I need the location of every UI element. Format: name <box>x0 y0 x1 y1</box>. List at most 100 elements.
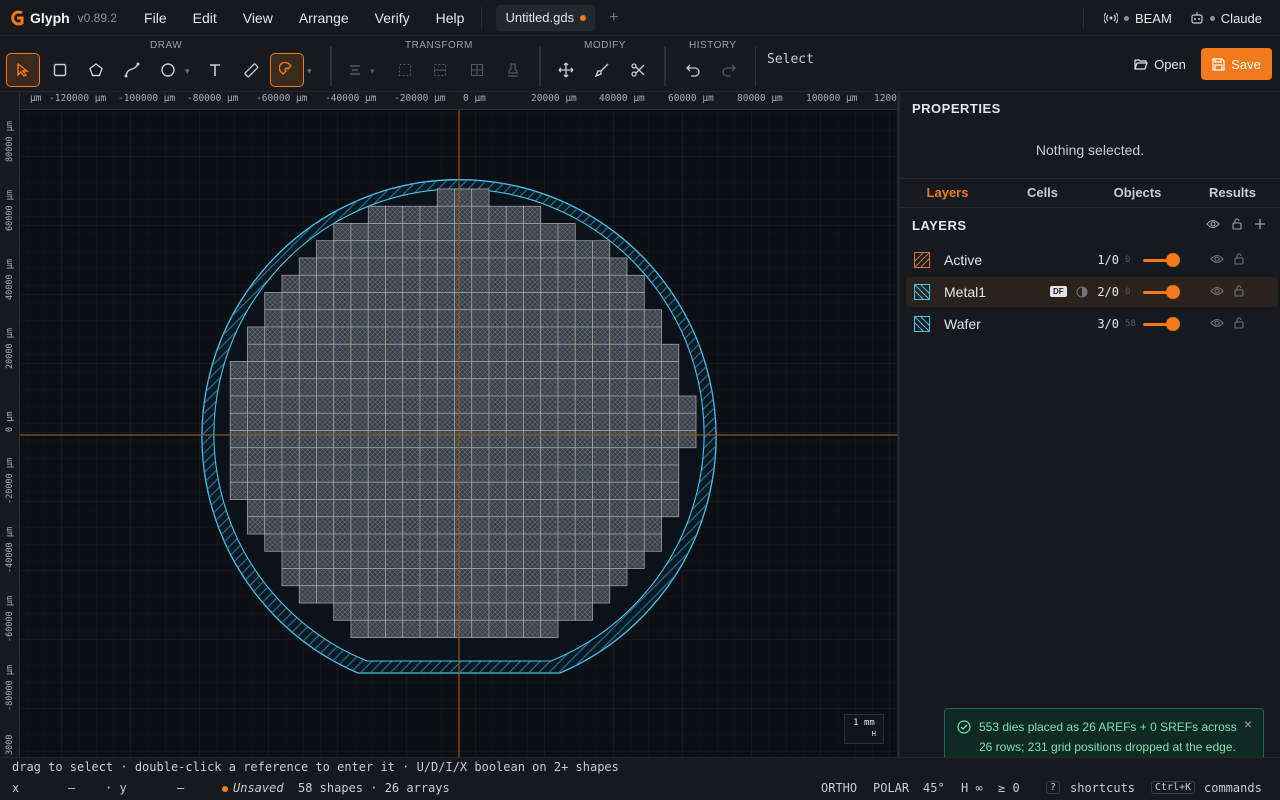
chevron-down-icon[interactable]: ▾ <box>307 66 312 77</box>
menu-file[interactable]: File <box>131 0 180 36</box>
menu-arrange[interactable]: Arrange <box>286 0 362 36</box>
opacity-slider-knob[interactable] <box>1166 317 1180 331</box>
die-hatch <box>386 500 402 516</box>
circle-tool-button[interactable] <box>151 53 185 87</box>
close-icon[interactable]: × <box>1244 716 1252 732</box>
layer-row-wafer[interactable]: Wafer 3/0 58 <box>906 309 1278 339</box>
unlock-icon[interactable] <box>1232 253 1246 265</box>
layer-count: 1/0 <box>1097 253 1119 267</box>
eye-icon[interactable] <box>1210 253 1224 265</box>
polygon-tool-button[interactable] <box>79 53 113 87</box>
die-hatch <box>403 224 419 240</box>
die-hatch <box>541 276 557 292</box>
ruler-label: 0 μm <box>463 93 486 104</box>
unlock-icon[interactable] <box>1230 218 1244 230</box>
array-button[interactable] <box>460 53 494 87</box>
die-hatch <box>265 431 281 447</box>
canvas-drawing[interactable] <box>0 92 897 757</box>
opacity-slider-knob[interactable] <box>1166 285 1180 299</box>
stamp-button[interactable] <box>496 53 530 87</box>
die-hatch <box>576 483 592 499</box>
text-tool-button[interactable] <box>198 53 232 87</box>
menu-verify[interactable]: Verify <box>362 0 423 36</box>
new-tab-button[interactable]: + <box>609 9 618 27</box>
rectangle-tool-button[interactable] <box>43 53 77 87</box>
unlock-icon[interactable] <box>1232 285 1246 297</box>
path-tool-button[interactable] <box>115 53 149 87</box>
die-hatch <box>472 483 488 499</box>
snap-tool-button[interactable] <box>270 53 304 87</box>
ruler-label: -100000 μm <box>118 93 176 104</box>
tab-results[interactable]: Results <box>1185 179 1280 207</box>
document-tab[interactable]: Untitled.gds <box>496 4 596 31</box>
ruler-icon <box>244 63 259 78</box>
angle-value[interactable]: 45° <box>923 781 945 795</box>
die-hatch <box>438 466 454 482</box>
beam-status[interactable]: BEAM <box>1103 11 1172 26</box>
die-hatch <box>507 397 523 413</box>
open-button[interactable]: Open <box>1126 48 1194 80</box>
eye-icon[interactable] <box>1210 285 1224 297</box>
die-hatch <box>524 535 540 551</box>
die-hatch <box>352 586 368 602</box>
die-hatch <box>541 569 557 585</box>
align-button[interactable] <box>338 53 372 87</box>
die-hatch <box>541 552 557 568</box>
die-hatch <box>593 293 609 309</box>
redo-button[interactable] <box>712 53 746 87</box>
h-value[interactable]: H ∞ <box>961 781 983 795</box>
die-hatch <box>472 259 488 275</box>
polar-toggle[interactable]: POLAR <box>873 781 909 795</box>
die-hatch <box>490 379 506 395</box>
die-hatch <box>472 276 488 292</box>
die-hatch <box>576 241 592 257</box>
tab-objects[interactable]: Objects <box>1090 179 1185 207</box>
layer-row-active[interactable]: Active 1/0 0 <box>906 245 1278 275</box>
layout-canvas[interactable]: μm -120000 μm -100000 μm -80000 μm -6000… <box>0 92 897 757</box>
die-hatch <box>541 500 557 516</box>
die-hatch <box>438 414 454 430</box>
tab-layers[interactable]: Layers <box>900 179 995 207</box>
group-button[interactable] <box>388 53 422 87</box>
ruler-label: -80000 μm <box>187 93 239 104</box>
hint-bar: drag to select · double-click a referenc… <box>0 757 1280 777</box>
save-button[interactable]: Save <box>1201 48 1272 80</box>
document-tab-title: Untitled.gds <box>505 10 575 25</box>
ungroup-button[interactable] <box>423 53 457 87</box>
die-hatch <box>283 414 299 430</box>
commands-link[interactable]: commands <box>1204 781 1262 795</box>
claude-status[interactable]: Claude <box>1190 11 1262 26</box>
die-hatch <box>403 310 419 326</box>
die-hatch <box>628 500 644 516</box>
die-hatch <box>455 362 471 378</box>
paint-button[interactable] <box>585 53 619 87</box>
die-hatch <box>386 276 402 292</box>
menu-help[interactable]: Help <box>423 0 478 36</box>
die-hatch <box>386 310 402 326</box>
die-hatch <box>403 586 419 602</box>
die-hatch <box>507 604 523 620</box>
unlock-icon[interactable] <box>1232 317 1246 329</box>
chevron-down-icon[interactable]: ▾ <box>370 66 375 77</box>
tab-cells[interactable]: Cells <box>995 179 1090 207</box>
shortcuts-link[interactable]: shortcuts <box>1070 781 1135 795</box>
menu-view[interactable]: View <box>230 0 286 36</box>
select-tool-button[interactable] <box>6 53 40 87</box>
opacity-slider-knob[interactable] <box>1166 253 1180 267</box>
die-hatch <box>300 448 316 464</box>
chevron-down-icon[interactable]: ▾ <box>185 66 190 77</box>
die-hatch <box>662 466 678 482</box>
move-button[interactable] <box>549 53 583 87</box>
layer-row-metal1[interactable]: Metal1 DF 2/0 0 <box>906 277 1278 307</box>
cut-button[interactable] <box>621 53 655 87</box>
plus-icon[interactable] <box>1254 218 1266 230</box>
eye-icon[interactable] <box>1206 218 1220 230</box>
undo-button[interactable] <box>676 53 710 87</box>
die-hatch <box>421 604 437 620</box>
ortho-toggle[interactable]: ORTHO <box>821 781 857 795</box>
ge-value[interactable]: ≥ 0 <box>998 781 1020 795</box>
menu-edit[interactable]: Edit <box>180 0 230 36</box>
die-hatch <box>645 431 661 447</box>
ruler-tool-button[interactable] <box>234 53 268 87</box>
eye-icon[interactable] <box>1210 317 1224 329</box>
